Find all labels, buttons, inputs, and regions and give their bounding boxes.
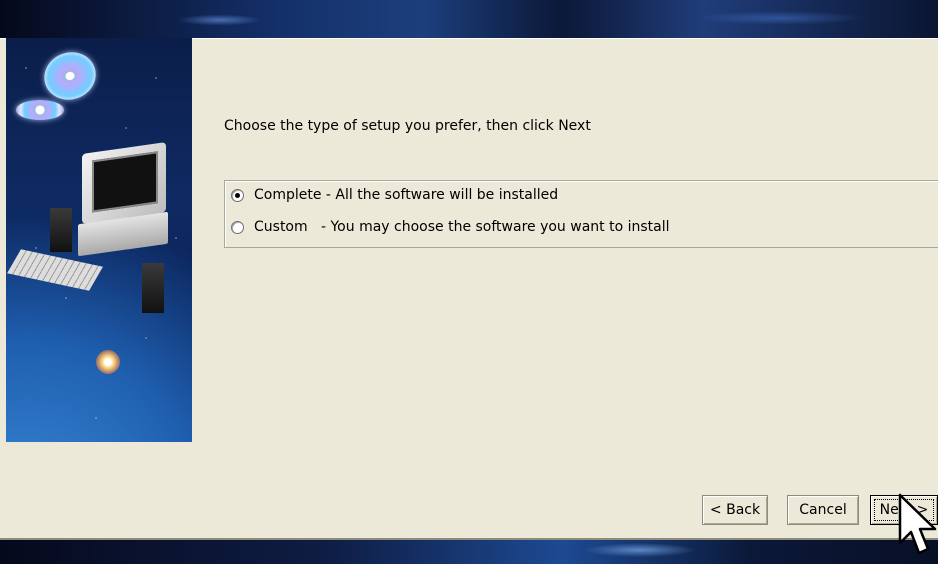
custom-radio[interactable] xyxy=(231,220,244,234)
setup-banner-image xyxy=(6,38,192,442)
custom-option-label: Custom - You may choose the software you… xyxy=(254,219,670,235)
complete-radio[interactable] xyxy=(231,188,244,202)
back-button[interactable]: < Back xyxy=(702,495,768,525)
setup-type-group: Complete - All the software will be inst… xyxy=(224,180,938,248)
complete-option[interactable]: Complete - All the software will be inst… xyxy=(231,187,558,203)
sun-flare-decoration xyxy=(94,348,122,376)
monitor-screen xyxy=(92,151,158,213)
cd-disc-icon xyxy=(16,100,64,120)
computer-monitor-icon xyxy=(82,142,166,224)
space-background-bottom xyxy=(0,540,938,564)
speaker-icon xyxy=(142,263,164,313)
setup-type-prompt: Choose the type of setup you prefer, the… xyxy=(224,118,591,134)
complete-option-label: Complete - All the software will be inst… xyxy=(254,187,559,203)
speaker-icon xyxy=(50,208,72,252)
custom-option[interactable]: Custom - You may choose the software you… xyxy=(231,219,670,235)
next-button[interactable]: Next > xyxy=(870,495,938,525)
space-background-top xyxy=(0,0,938,38)
cancel-button[interactable]: Cancel xyxy=(787,495,859,525)
